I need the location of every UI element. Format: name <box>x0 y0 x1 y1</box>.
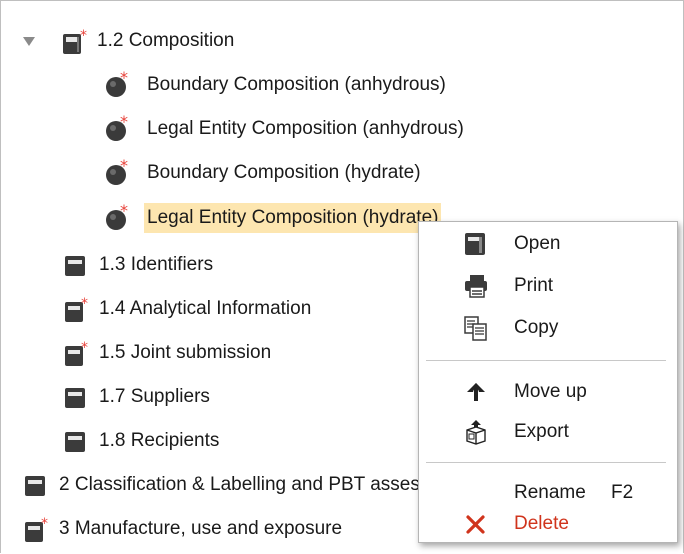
composition-bomb-icon: * <box>104 204 132 232</box>
tree-node-label: 1.7 Suppliers <box>99 386 210 407</box>
tree-node-boundary-hydrate[interactable]: * Boundary Composition (hydrate) <box>104 156 424 190</box>
menu-item-label: Print <box>514 275 554 296</box>
svg-text:*: * <box>80 29 87 44</box>
document-icon <box>64 385 86 409</box>
delete-x-icon <box>463 511 489 537</box>
tree-node-label: Boundary Composition (anhydrous) <box>147 74 446 95</box>
svg-text:*: * <box>81 341 88 356</box>
tree-node-label: 1.8 Recipients <box>99 430 220 451</box>
tree-node-label: 1.2 Composition <box>97 30 235 51</box>
svg-text:*: * <box>120 115 128 131</box>
menu-item-label: Copy <box>514 317 559 338</box>
tree-node-suppliers[interactable]: 1.7 Suppliers <box>64 380 213 414</box>
tree-node-composition[interactable]: * 1.2 Composition <box>22 24 237 58</box>
tree-node-joint-submission[interactable]: * 1.5 Joint submission <box>64 336 274 370</box>
menu-item-move-up[interactable]: Move up <box>419 374 677 410</box>
tree-node-identifiers[interactable]: 1.3 Identifiers <box>64 248 216 282</box>
menu-item-label: Delete <box>514 513 569 534</box>
svg-text:*: * <box>120 159 128 175</box>
document-icon <box>64 429 86 453</box>
svg-text:*: * <box>41 517 48 532</box>
composition-bomb-icon: * <box>104 115 132 143</box>
tree-node-label: 1.5 Joint submission <box>99 342 272 363</box>
menu-item-label: Move up <box>514 381 587 402</box>
composition-bomb-icon: * <box>104 159 132 187</box>
document-icon <box>64 253 86 277</box>
document-required-icon: * <box>64 341 88 366</box>
menu-item-delete[interactable]: Delete <box>419 506 677 542</box>
expand-triangle-icon[interactable] <box>22 34 36 48</box>
document-required-icon: * <box>24 517 48 542</box>
tree-node-analytical[interactable]: * 1.4 Analytical Information <box>64 292 314 326</box>
shortcut-label: F2 <box>611 482 634 503</box>
document-required-icon: * <box>64 297 88 322</box>
context-menu: Open Print Copy Move up Export Rename F2… <box>418 221 678 543</box>
menu-item-print[interactable]: Print <box>419 268 677 304</box>
tree-node-recipients[interactable]: 1.8 Recipients <box>64 424 222 458</box>
tree-node-legal-anhydrous[interactable]: * Legal Entity Composition (anhydrous) <box>104 112 467 146</box>
tree-node-label: 2 Classification & Labelling and PBT ass… <box>59 474 472 495</box>
document-required-icon: * <box>62 29 87 54</box>
tree-node-manufacture[interactable]: * 3 Manufacture, use and exposure <box>24 512 345 546</box>
tree-node-label: 1.4 Analytical Information <box>99 298 312 319</box>
menu-separator <box>426 360 666 361</box>
tree-node-boundary-anhydrous[interactable]: * Boundary Composition (anhydrous) <box>104 68 449 102</box>
tree-node-label: Boundary Composition (hydrate) <box>147 162 421 183</box>
export-icon <box>463 419 489 445</box>
composition-bomb-icon: * <box>104 71 132 99</box>
arrow-up-icon <box>463 379 489 405</box>
open-icon <box>463 231 489 257</box>
svg-text:*: * <box>81 297 88 312</box>
document-icon <box>24 473 46 497</box>
tree-node-label: 3 Manufacture, use and exposure <box>59 518 343 539</box>
menu-item-label: Open <box>514 233 561 254</box>
svg-text:*: * <box>120 204 128 220</box>
tree-node-label-selected: Legal Entity Composition (hydrate) <box>144 203 442 233</box>
menu-item-open[interactable]: Open <box>419 226 677 262</box>
tree-node-label: Legal Entity Composition (anhydrous) <box>147 118 464 139</box>
printer-icon <box>463 273 489 299</box>
svg-text:*: * <box>120 71 128 87</box>
copy-icon <box>463 315 489 341</box>
tree-node-label: 1.3 Identifiers <box>99 254 214 275</box>
menu-separator <box>426 462 666 463</box>
tree-node-legal-hydrate[interactable]: * Legal Entity Composition (hydrate) <box>104 201 442 235</box>
tree-node-classification[interactable]: 2 Classification & Labelling and PBT ass… <box>24 468 475 502</box>
menu-item-copy[interactable]: Copy <box>419 310 677 346</box>
menu-item-label: Rename <box>514 482 586 503</box>
menu-item-export[interactable]: Export <box>419 414 677 450</box>
menu-item-label: Export <box>514 421 569 442</box>
